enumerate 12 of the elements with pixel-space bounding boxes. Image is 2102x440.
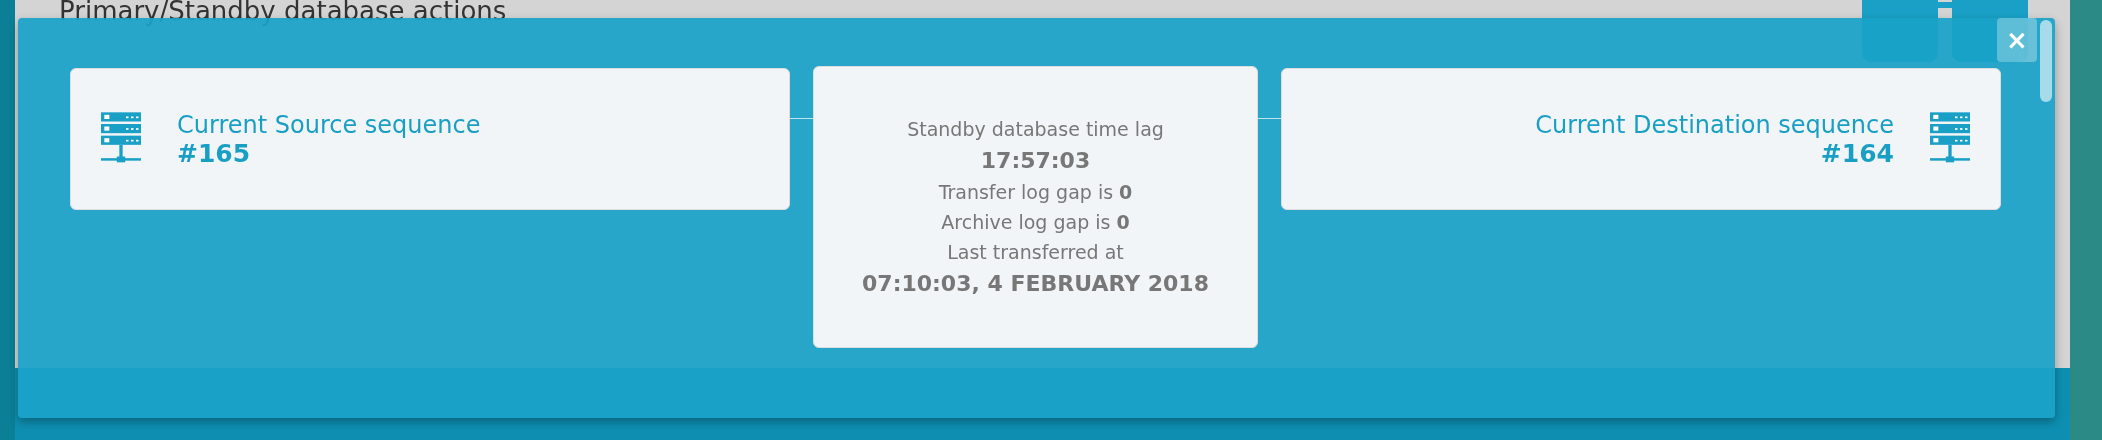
scrollbar[interactable] bbox=[2040, 20, 2052, 102]
lag-text: Transfer log gap is 0 bbox=[938, 181, 1133, 203]
sequence-number: #164 bbox=[1820, 138, 1894, 168]
card-title: Current Destination sequence bbox=[1535, 110, 1894, 139]
lag-text: Standby database time lag bbox=[907, 118, 1164, 140]
card-title: Current Source sequence bbox=[177, 110, 481, 139]
sequence-number: #165 bbox=[177, 138, 252, 168]
lag-text: Last transferred at bbox=[947, 241, 1124, 263]
lag-value: 07:10:03, 4 FEBRUARY 2018 bbox=[862, 271, 1209, 296]
close-button[interactable]: × bbox=[1997, 18, 2037, 62]
lag-value: 17:57:03 bbox=[980, 148, 1091, 173]
lag-text: Archive log gap is 0 bbox=[941, 211, 1130, 233]
